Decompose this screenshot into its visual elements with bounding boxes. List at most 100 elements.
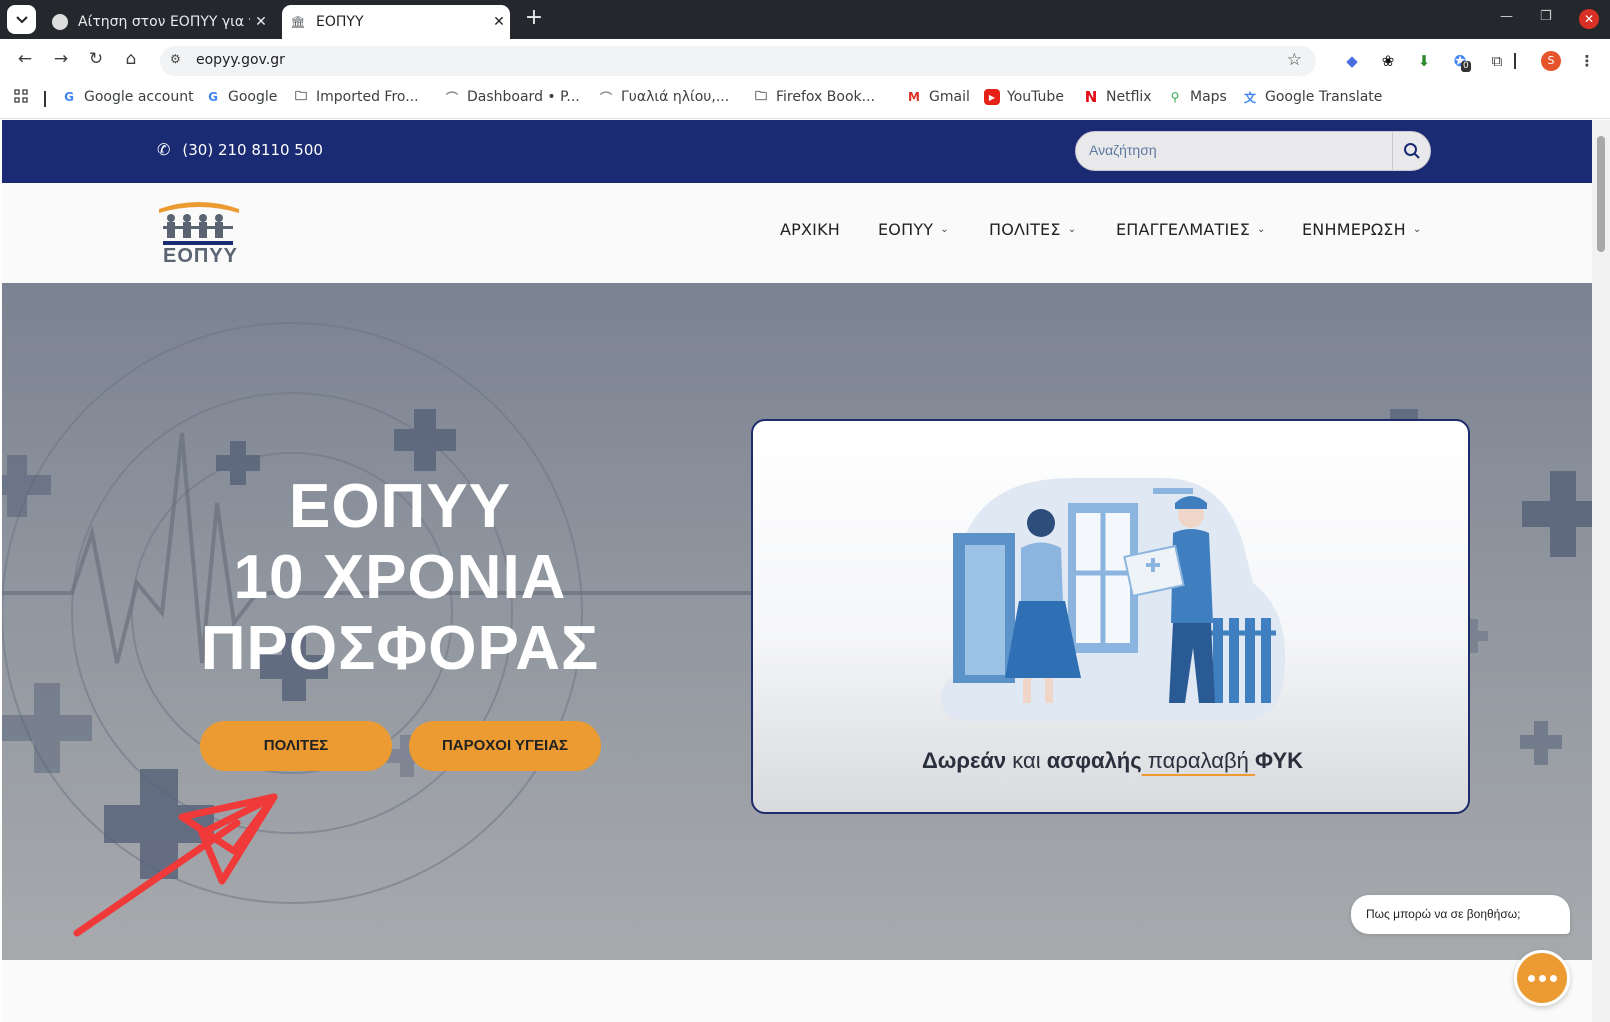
url-text: eopyy.gov.gr [196,52,285,68]
reload-icon[interactable]: ↻ [85,48,107,70]
toolbar-divider [1514,53,1516,69]
hero-banner: ΕΟΠΥΥ 10 ΧΡΟΝΙΑ ΠΡΟΣΦΟΡΑΣ ΠΟΛΙΤΕΣ ΠΑΡΟΧΟ… [2,283,1592,960]
folder-icon: 🗀 [294,88,307,103]
bookmark-label: Γυαλιά ηλίου,... [621,89,730,105]
nav-item-home[interactable]: ΑΡΧΙΚΗ [780,220,840,239]
download-extension-icon[interactable]: ⬇ [1414,51,1434,71]
home-icon[interactable]: ⌂ [120,48,142,70]
promo-card-caption: Δωρεάν και ασφαλής παραλαβή ΦΥΚ [753,748,1468,774]
tab-eopyy[interactable]: 🏛 ΕΟΠΥΥ ✕ [282,5,510,39]
apps-grid-icon[interactable] [14,89,28,103]
nav-label: ΑΡΧΙΚΗ [780,220,840,239]
hero-title-line: 10 ΧΡΟΝΙΑ [233,543,567,612]
browser-menu-icon[interactable]: ⋮ [1577,51,1597,71]
bookmark-label: Maps [1190,89,1227,105]
maps-icon: ⚲ [1170,90,1180,104]
google-icon: G [64,90,74,104]
phone-contact[interactable]: ✆ (30) 210 8110 500 [157,140,323,159]
bookmark-sunglasses[interactable]: ⌒ Γυαλιά ηλίου,... [598,89,729,105]
bookmark-label: Gmail [929,89,970,105]
browser-tab-bar: Αίτηση στον ΕΟΠΥΥ για ν ✕ 🏛 ΕΟΠΥΥ ✕ + — … [0,0,1610,39]
nav-label: ΕΟΠΥΥ [878,220,934,239]
extensions-puzzle-icon[interactable]: ⧉ [1487,51,1507,71]
chevron-down-icon: ⌄ [940,224,949,235]
main-navigation: ΕΟΠΥΥ ΑΡΧΙΚΗ ΕΟΠΥΥ ⌄ ΠΟΛΙΤΕΣ ⌄ ΕΠΑΓΓΕΛΜΑΤΙ… [2,183,1592,283]
bookmark-netflix[interactable]: N Netflix [1083,88,1152,106]
nav-item-citizens[interactable]: ΠΟΛΙΤΕΣ ⌄ [989,220,1076,239]
page-scrollbar[interactable] [1592,120,1610,1022]
address-bar[interactable]: ⚙ eopyy.gov.gr ☆ [160,46,1316,76]
site-favicon-icon [52,14,68,30]
nav-item-news[interactable]: ΕΝΗΜΕΡΩΣΗ ⌄ [1302,220,1421,239]
delivery-illustration [940,478,1285,721]
phone-icon: ✆ [157,140,171,159]
minimize-icon[interactable]: — [1500,9,1513,24]
search-button[interactable] [1392,132,1430,170]
bookmark-label: YouTube [1007,89,1064,105]
hero-title-line: ΕΟΠΥΥ [288,472,512,541]
hero-title: ΕΟΠΥΥ 10 ΧΡΟΝΙΑ ΠΡΟΣΦΟΡΑΣ [170,471,630,684]
profile-avatar[interactable]: S [1541,51,1561,71]
chevron-down-icon [15,15,28,23]
bookmark-youtube[interactable]: ▶ YouTube [984,89,1064,105]
bookmark-label: Imported Fro... [316,89,419,105]
health-providers-button[interactable]: ΠΑΡΟΧΟΙ ΥΓΕΙΑΣ [409,721,601,771]
bookmark-gmail[interactable]: M Gmail [906,89,970,105]
web-page: ✆ (30) 210 8110 500 ΕΟΠΥΥ [2,120,1592,1022]
extension-badge: 0 [1461,61,1471,72]
new-tab-button[interactable]: + [523,7,545,29]
site-icon: ⌒ [599,90,612,105]
bookmark-label: Firefox Book... [776,89,875,105]
restore-icon[interactable]: ❐ [1540,9,1552,24]
close-tab-icon[interactable]: ✕ [488,14,510,30]
extension-paw-icon[interactable]: ❀ [1378,51,1398,71]
bookmark-maps[interactable]: ⚲ Maps [1167,89,1227,105]
scrollbar-thumb[interactable] [1597,136,1605,252]
search-input[interactable] [1089,142,1389,158]
bookmark-firefox-folder[interactable]: 🗀 Firefox Book... [753,88,875,106]
bookmark-google[interactable]: G Google [205,89,277,105]
promo-card[interactable]: Δωρεάν και ασφαλής παραλαβή ΦΥΚ [751,419,1470,814]
forward-icon[interactable]: → [50,48,72,70]
site-search [1075,131,1431,171]
chevron-down-icon: ⌄ [1257,224,1266,235]
bookmark-label: Netflix [1106,89,1152,105]
site-logo[interactable]: ΕΟΠΥΥ [157,197,241,269]
tab-application[interactable]: Αίτηση στον ΕΟΠΥΥ για ν ✕ [44,5,272,39]
site-info-icon[interactable]: ⚙ [170,52,181,66]
search-icon [1403,143,1420,159]
nav-item-professionals[interactable]: ΕΠΑΓΓΕΛΜΑΤΙΕΣ ⌄ [1116,220,1266,239]
chat-dots-icon [1526,974,1559,982]
building-favicon-icon: 🏛 [290,15,306,29]
tab-search-button[interactable] [7,5,36,34]
bookmark-label: Dashboard • P... [467,89,580,105]
extension-tag-icon[interactable]: ◆ [1342,51,1362,71]
bookmark-google-translate[interactable]: 文 Google Translate [1242,89,1382,105]
nav-item-eopyy[interactable]: ΕΟΠΥΥ ⌄ [878,220,949,239]
netflix-icon: N [1084,88,1098,106]
chat-prompt-bubble[interactable]: Πως μπορώ να σε βοηθήσω; [1351,895,1570,934]
bookmarks-divider [44,91,46,107]
bookmark-label: Google account [84,89,194,105]
red-arrow-annotation [73,793,278,937]
window-close-button[interactable]: ✕ [1579,9,1599,29]
chevron-down-icon: ⌄ [1067,224,1077,235]
site-icon: ⌒ [445,90,458,105]
site-top-bar: ✆ (30) 210 8110 500 [2,120,1592,183]
youtube-icon: ▶ [984,89,1000,105]
bookmark-imported-folder[interactable]: 🗀 Imported Fro... [293,88,419,106]
bookmarks-bar: G Google account G Google 🗀 Imported Fro...… [0,79,1610,119]
extension-counter-icon[interactable]: ✪ 0 [1450,51,1471,72]
bookmark-dashboard[interactable]: ⌒ Dashboard • P... [444,89,580,105]
chat-open-button[interactable] [1514,950,1570,1006]
chevron-down-icon: ⌄ [1412,224,1422,235]
folder-icon: 🗀 [754,88,767,103]
bookmark-star-icon[interactable]: ☆ [1287,50,1302,70]
caption-part: ασφαλής [1046,748,1142,773]
back-icon[interactable]: ← [14,48,36,70]
logo-text: ΕΟΠΥΥ [163,245,239,267]
bookmark-google-account[interactable]: G Google account [61,89,194,105]
tab-title: ΕΟΠΥΥ [316,14,364,30]
hero-title-line: ΠΡΟΣΦΟΡΑΣ [200,614,600,683]
close-tab-icon[interactable]: ✕ [250,14,272,30]
